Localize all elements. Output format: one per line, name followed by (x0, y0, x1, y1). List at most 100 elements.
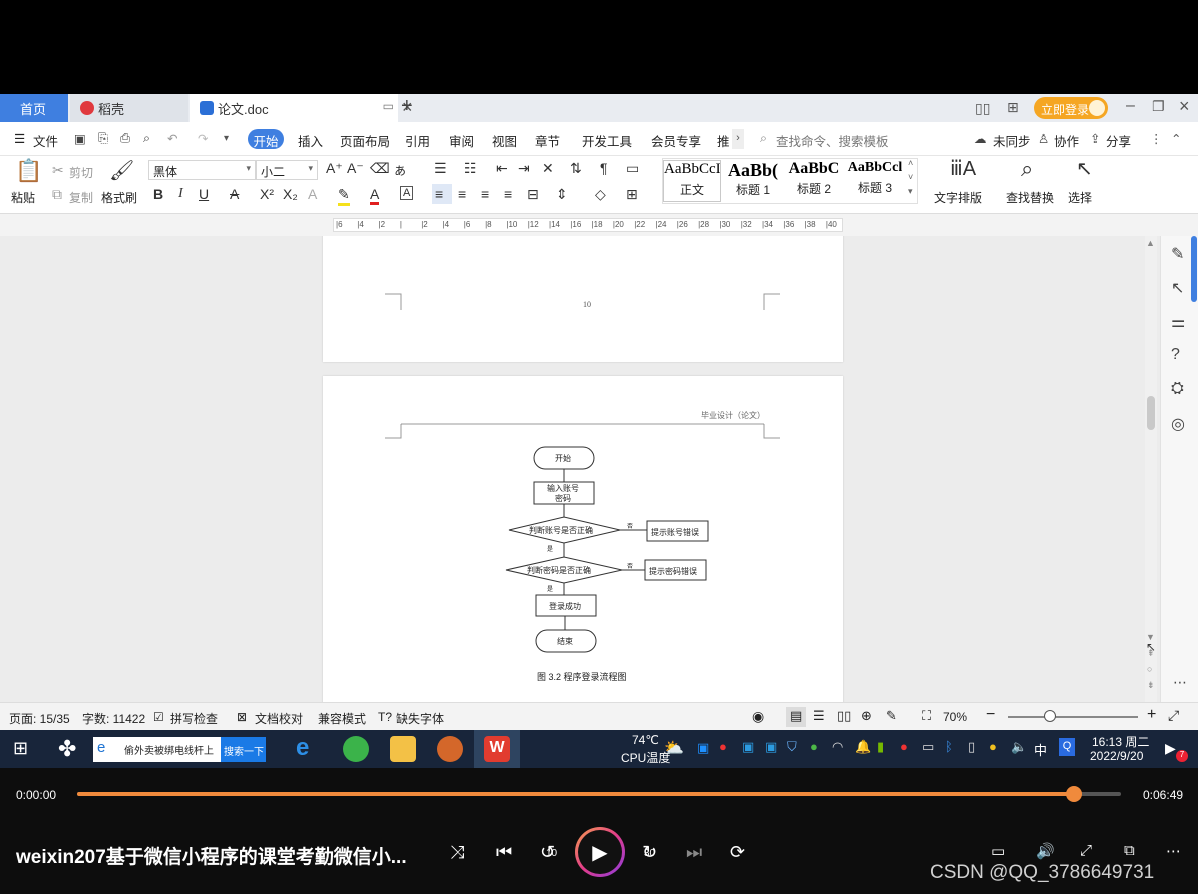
tab-sections[interactable]: 章节 (535, 131, 560, 150)
menu-icon[interactable]: ☰ (14, 131, 25, 146)
wps-taskbar-active[interactable]: W (474, 730, 520, 768)
print-icon[interactable]: ⎙ (120, 131, 130, 146)
bold-icon[interactable]: B (153, 186, 163, 202)
shrink-font-icon[interactable]: A⁻ (347, 160, 364, 177)
justify-icon[interactable]: ≡ (504, 186, 512, 202)
text-layout-icon[interactable]: ⅲA (950, 156, 976, 181)
collapse-ribbon-icon[interactable]: ⌃ (1171, 131, 1181, 146)
font-color-icon[interactable]: A (370, 186, 380, 205)
volume-icon[interactable]: 🔈 (1011, 739, 1027, 755)
next-page-icon[interactable]: ⇟ (1147, 680, 1155, 691)
play-button[interactable]: ▶ (575, 827, 625, 877)
q-app-icon[interactable]: Q (1059, 738, 1075, 756)
clock-date[interactable]: 2022/9/20 (1090, 749, 1143, 763)
save-icon[interactable]: ▣ (74, 131, 86, 146)
seek-bar[interactable] (77, 786, 1121, 802)
format-painter-button[interactable]: 格式刷 (101, 189, 137, 206)
italic-icon[interactable]: I (178, 186, 183, 202)
fullscreen-icon[interactable]: ⤢ (1168, 707, 1179, 724)
nvidia-icon[interactable]: ▮ (877, 739, 884, 755)
vertical-scrollbar[interactable]: ▲ ▼ ⇞ ○ ⇟ (1145, 236, 1157, 702)
bell-icon[interactable]: 🔔 (855, 739, 871, 755)
style-scroll-down-icon[interactable]: ˅ (908, 172, 913, 182)
tab-recommend[interactable]: 推 (717, 131, 730, 150)
scroll-up-icon[interactable]: ▲ (1146, 238, 1155, 248)
subscript-icon[interactable]: X₂ (283, 186, 298, 202)
zoom-in-icon[interactable]: + (1147, 706, 1156, 724)
copy-button[interactable]: 复制 (69, 189, 93, 206)
superscript-icon[interactable]: X² (260, 186, 274, 202)
subtitles-icon[interactable]: ▭ (991, 842, 1005, 860)
borders-icon[interactable]: ⊞ (626, 186, 638, 203)
outline-view-icon[interactable]: ☰ (813, 708, 825, 724)
style-scroll-up-icon[interactable]: ˄ (908, 158, 913, 168)
distribute-icon[interactable]: ⊟ (527, 186, 539, 203)
more-options-icon[interactable]: ⋯ (1166, 842, 1181, 860)
usb-icon[interactable]: ▯ (968, 739, 975, 755)
font-name-select[interactable]: 黑体 ▾ (148, 160, 256, 180)
close-window-icon[interactable]: × (1179, 96, 1190, 117)
zoom-slider-thumb[interactable] (1044, 710, 1056, 722)
chinese-layout-icon[interactable]: ✕ (542, 160, 554, 177)
restore-icon[interactable]: ❐ (1152, 98, 1165, 115)
style-heading3[interactable]: AaBbCcl 标题 3 (846, 160, 904, 202)
strikethrough-icon[interactable]: A (230, 186, 239, 202)
ruler[interactable]: |6 |4 |2 | |2 |4 |6 |8 |10 |12 |14 |16 |18 |20 |22 |24 |… (0, 214, 1198, 236)
shield-icon[interactable]: ⛉ (787, 739, 797, 755)
zoom-slider[interactable] (1008, 716, 1138, 718)
write-view-icon[interactable]: ✎ (886, 708, 897, 724)
qq-icon[interactable]: ● (900, 739, 908, 754)
underline-icon[interactable]: U (199, 186, 209, 202)
ie-icon[interactable]: e (296, 734, 309, 762)
tray-icon-2[interactable]: ● (719, 739, 727, 754)
missing-font-button[interactable]: 缺失字体 (396, 710, 444, 727)
tab-document[interactable]: 论文.doc ▭ (190, 94, 398, 122)
taskbar-search-input[interactable]: 偷外卖被绑电线杆上 (124, 742, 214, 757)
find-replace-button[interactable]: 查找替换 (1006, 189, 1054, 206)
word-count[interactable]: 字数: 11422 (82, 710, 145, 727)
tray-icon-5[interactable]: ● (810, 739, 818, 754)
tab-references[interactable]: 引用 (405, 131, 430, 150)
shading-icon[interactable]: ◇ (595, 186, 606, 203)
notification-icon[interactable]: ▶ (1165, 740, 1176, 757)
export-icon[interactable]: ⎘ (98, 131, 108, 146)
cursor-select-icon[interactable]: ↖ (1171, 278, 1184, 298)
expand-icon[interactable]: ⤢ (1080, 842, 1092, 859)
sliders-icon[interactable]: ⚌ (1171, 312, 1185, 332)
document-canvas[interactable]: 10 毕业设计（论文） 开始 输入账号 密码 判断账号是否正确 否 提示账号错误… (0, 236, 1160, 702)
spellcheck-button[interactable]: 拼写检查 (170, 710, 218, 727)
quick-access-chevron-icon[interactable]: ▾ (224, 133, 229, 144)
tab-review[interactable]: 审阅 (449, 131, 474, 150)
style-heading1[interactable]: AaBb( 标题 1 (724, 160, 782, 202)
tab-insert[interactable]: 插入 (298, 131, 323, 150)
show-marks-icon[interactable]: ¶ (600, 160, 608, 176)
help-icon[interactable]: ? (1171, 346, 1180, 364)
sync-status[interactable]: 未同步 (993, 131, 1031, 150)
sidebar-collapse-handle[interactable] (1191, 236, 1197, 302)
page-view-icon[interactable]: ▤ (790, 708, 802, 724)
tab-view[interactable]: 视图 (492, 131, 517, 150)
bluetooth-icon[interactable]: ᛒ (945, 739, 953, 754)
align-center-icon[interactable]: ≡ (458, 186, 466, 202)
select-button[interactable]: 选择 (1068, 189, 1092, 206)
pen-icon[interactable]: ✎ (1171, 244, 1184, 264)
wifi-icon[interactable]: ◠ (832, 739, 843, 755)
taskbar-search-button[interactable]: 搜索一下 (221, 737, 266, 762)
tab-home[interactable]: 首页 (0, 94, 68, 122)
window-layout-icon[interactable]: ▯▯ (975, 100, 990, 117)
tray-icon-4[interactable]: ▣ (765, 739, 777, 755)
find-icon[interactable]: ⌕ (1021, 156, 1033, 182)
style-heading2[interactable]: AaBbC 标题 2 (785, 160, 843, 202)
minimize-icon[interactable]: – (1126, 97, 1135, 115)
ruler-icon[interactable]: ▭ (626, 160, 639, 177)
next-icon[interactable]: ⏭ (686, 842, 702, 863)
text-effect-icon[interactable]: A (308, 186, 317, 202)
shuffle-icon[interactable]: ⤨ (450, 842, 464, 863)
more-dots-icon[interactable]: ⋯ (1173, 674, 1187, 691)
eye-icon[interactable]: ◉ (752, 708, 764, 725)
previous-icon[interactable]: ⏮ (496, 842, 512, 863)
paste-button[interactable]: 粘贴 (11, 189, 35, 206)
repeat-icon[interactable]: ⟳ (730, 842, 745, 863)
browser-360-icon[interactable] (343, 736, 369, 762)
menu-file[interactable]: 文件 (33, 131, 58, 150)
